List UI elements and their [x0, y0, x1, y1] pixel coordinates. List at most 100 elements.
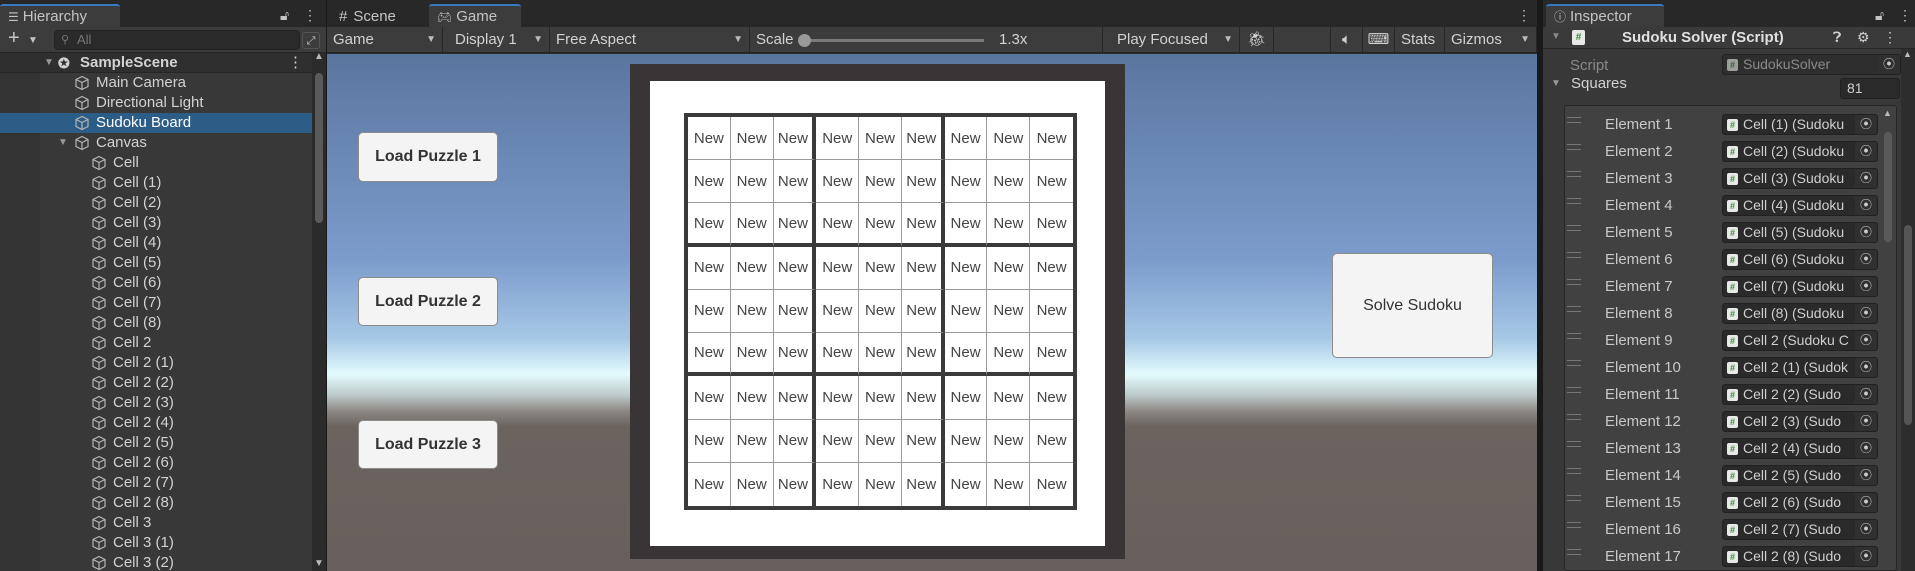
sudoku-cell[interactable]: New	[944, 289, 988, 334]
sudoku-cell[interactable]: New	[859, 117, 902, 161]
sudoku-cell[interactable]: New	[773, 289, 817, 334]
sudoku-cell[interactable]: New	[730, 160, 774, 204]
object-picker-icon[interactable]: ⦿	[1855, 520, 1877, 539]
sudoku-cell[interactable]: New	[901, 333, 945, 377]
sudoku-cell[interactable]: New	[730, 117, 774, 161]
list-scrollbar[interactable]: ▲	[1882, 108, 1894, 566]
sudoku-cell[interactable]: New	[730, 246, 774, 290]
hierarchy-item[interactable]: Sudoku Board	[0, 113, 312, 133]
hierarchy-item[interactable]: Cell 3 (2)	[0, 553, 312, 571]
lock-icon[interactable]: 🔓︎	[1875, 7, 1884, 23]
more-options-icon[interactable]: ⋮	[303, 7, 317, 23]
drag-handle-icon[interactable]	[1567, 549, 1581, 555]
hierarchy-scrollbar[interactable]: ▲ ▼	[312, 51, 326, 571]
sudoku-cell[interactable]: New	[901, 289, 945, 334]
object-picker-icon[interactable]: ⦿	[1855, 196, 1877, 215]
sudoku-cell[interactable]: New	[730, 419, 774, 463]
sudoku-cell[interactable]: New	[944, 246, 988, 290]
display-dropdown[interactable]: Display 1 ▼	[443, 27, 550, 53]
object-picker-icon[interactable]: ⦿	[1855, 115, 1877, 134]
drag-handle-icon[interactable]	[1567, 495, 1581, 501]
hierarchy-item[interactable]: Cell 2 (4)	[0, 413, 312, 433]
object-reference-field[interactable]: # Cell (7) (Sudoku ⦿	[1722, 276, 1878, 297]
help-icon[interactable]: ❓︎	[1833, 29, 1841, 46]
component-header[interactable]: ▼ # Sudoku Solver (Script) ❓︎ ⚙︎ ⋮	[1543, 27, 1915, 49]
sudoku-cell[interactable]: New	[1030, 203, 1073, 247]
sudoku-cell[interactable]: New	[944, 333, 988, 377]
sudoku-cell[interactable]: New	[1030, 419, 1073, 463]
sudoku-cell[interactable]: New	[901, 462, 945, 506]
hierarchy-item[interactable]: Cell 3 (1)	[0, 533, 312, 553]
sudoku-cell[interactable]: New	[859, 160, 902, 204]
sudoku-cell[interactable]: New	[901, 419, 945, 463]
object-reference-field[interactable]: # Cell 2 (1) (Sudok ⦿	[1722, 357, 1878, 378]
scroll-up-icon[interactable]: ▲	[1903, 49, 1912, 59]
scale-slider-track[interactable]	[804, 39, 984, 42]
sudoku-cell[interactable]: New	[859, 203, 902, 247]
object-picker-icon[interactable]: ⦿	[1855, 358, 1877, 377]
shortcuts-button[interactable]: ⌨︎	[1363, 27, 1395, 53]
sudoku-cell[interactable]: New	[901, 203, 945, 247]
tab-scene[interactable]: # Scene	[331, 4, 427, 27]
drag-handle-icon[interactable]	[1567, 306, 1581, 312]
hierarchy-item[interactable]: Cell 3	[0, 513, 312, 533]
expand-arrow-icon[interactable]: ▼	[58, 133, 68, 153]
presets-icon[interactable]: ⚙︎	[1857, 29, 1870, 46]
object-picker-icon[interactable]: ⦿	[1855, 439, 1877, 458]
sudoku-cell[interactable]: New	[816, 246, 860, 290]
object-reference-field[interactable]: # Cell 2 (3) (Sudo ⦿	[1722, 411, 1878, 432]
sudoku-cell[interactable]: New	[987, 117, 1031, 161]
drag-handle-icon[interactable]	[1567, 279, 1581, 285]
hierarchy-item[interactable]: Cell 2 (6)	[0, 453, 312, 473]
sudoku-cell[interactable]: New	[859, 289, 902, 334]
sudoku-cell[interactable]: New	[987, 376, 1031, 420]
object-picker-icon[interactable]: ⦿	[1855, 493, 1877, 512]
gizmos-dropdown[interactable]: Gizmos ▼	[1445, 27, 1537, 53]
scale-slider-handle[interactable]	[798, 34, 811, 47]
sudoku-cell[interactable]: New	[816, 160, 860, 204]
object-picker-icon[interactable]: ⦿	[1855, 466, 1877, 485]
sudoku-cell[interactable]: New	[688, 462, 731, 506]
hierarchy-item[interactable]: Main Camera	[0, 73, 312, 93]
stats-button[interactable]: Stats	[1395, 27, 1445, 53]
hierarchy-item[interactable]: ▼ Canvas	[0, 133, 312, 153]
drag-handle-icon[interactable]	[1567, 117, 1581, 123]
sudoku-cell[interactable]: New	[987, 246, 1031, 290]
tab-inspector[interactable]: ⓘ Inspector	[1546, 4, 1664, 27]
scroll-down-icon[interactable]: ▼	[314, 558, 324, 569]
sudoku-cell[interactable]: New	[730, 289, 774, 334]
sudoku-cell[interactable]: New	[901, 376, 945, 420]
drag-handle-icon[interactable]	[1567, 441, 1581, 447]
sudoku-cell[interactable]: New	[859, 462, 902, 506]
scroll-thumb[interactable]	[1884, 132, 1892, 242]
sudoku-cell[interactable]: New	[1030, 117, 1073, 161]
hierarchy-item[interactable]: Cell 2 (5)	[0, 433, 312, 453]
scroll-thumb[interactable]	[1904, 225, 1912, 425]
object-reference-field[interactable]: # Cell 2 (Sudoku C ⦿	[1722, 330, 1878, 351]
sudoku-cell[interactable]: New	[859, 333, 902, 377]
inspector-scrollbar[interactable]: ▲	[1901, 49, 1915, 571]
drag-handle-icon[interactable]	[1567, 414, 1581, 420]
sudoku-cell[interactable]: New	[816, 203, 860, 247]
sudoku-cell[interactable]: New	[730, 333, 774, 377]
object-picker-icon[interactable]: ⦿	[1855, 142, 1877, 161]
sudoku-cell[interactable]: New	[987, 333, 1031, 377]
sudoku-cell[interactable]: New	[987, 289, 1031, 334]
squares-size-input[interactable]: 81	[1840, 78, 1900, 99]
object-picker-icon[interactable]: ⦿	[1855, 385, 1877, 404]
object-reference-field[interactable]: # Cell 2 (5) (Sudo ⦿	[1722, 465, 1878, 486]
component-menu-icon[interactable]: ⋮	[1883, 29, 1897, 46]
sudoku-cell[interactable]: New	[1030, 289, 1073, 334]
sudoku-cell[interactable]: New	[944, 419, 988, 463]
hierarchy-item[interactable]: Cell (4)	[0, 233, 312, 253]
hierarchy-item[interactable]: Cell 2 (7)	[0, 473, 312, 493]
load-puzzle-2-button[interactable]: Load Puzzle 2	[358, 277, 498, 326]
sudoku-cell[interactable]: New	[773, 376, 817, 420]
sudoku-cell[interactable]: New	[688, 160, 731, 204]
hierarchy-item[interactable]: Cell 2 (2)	[0, 373, 312, 393]
object-reference-field[interactable]: # Cell (4) (Sudoku ⦿	[1722, 195, 1878, 216]
sudoku-cell[interactable]: New	[901, 246, 945, 290]
hierarchy-item[interactable]: Cell (5)	[0, 253, 312, 273]
hierarchy-item[interactable]: Directional Light	[0, 93, 312, 113]
object-picker-icon[interactable]: ⦿	[1855, 277, 1877, 296]
